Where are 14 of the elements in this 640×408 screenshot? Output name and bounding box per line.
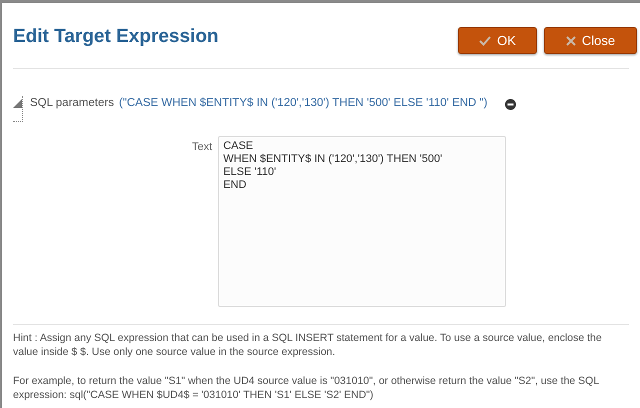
parameter-name: SQL parameters bbox=[30, 97, 114, 109]
text-field[interactable]: CASE WHEN $ENTITY$ IN ('120','130') THEN '500' ELSE '110' END bbox=[218, 136, 506, 307]
check-icon bbox=[479, 36, 492, 46]
remove-icon[interactable] bbox=[505, 99, 516, 110]
field-label: Text bbox=[192, 140, 212, 155]
parameter-expression: ("CASE WHEN $ENTITY$ IN ('120','130') THEN '500' ELSE '110' END ") bbox=[118, 97, 488, 109]
close-icon bbox=[566, 36, 576, 46]
hint-text: For example, to return the value "S1" when the UD4 source value is "031010", or otherwise return the value "S2", use the SQL expression: sql("CASE WHEN $UD4$ = '031010' THEN 'S1' ELSE 'S2' END") bbox=[13, 374, 600, 402]
dialog-title: Edit Target Expression bbox=[13, 25, 219, 49]
ok-button[interactable]: OK bbox=[458, 27, 537, 54]
tree-node-toggle[interactable] bbox=[13, 96, 23, 122]
hint-text: Hint : Assign any SQL expression that can be used in a SQL INSERT statement for a value. To use a source value, enclose the value inside $ $. Use only one source value in the source expression. bbox=[13, 331, 603, 359]
expanded-triangle-icon bbox=[13, 99, 22, 108]
close-button[interactable]: Close bbox=[544, 27, 637, 54]
